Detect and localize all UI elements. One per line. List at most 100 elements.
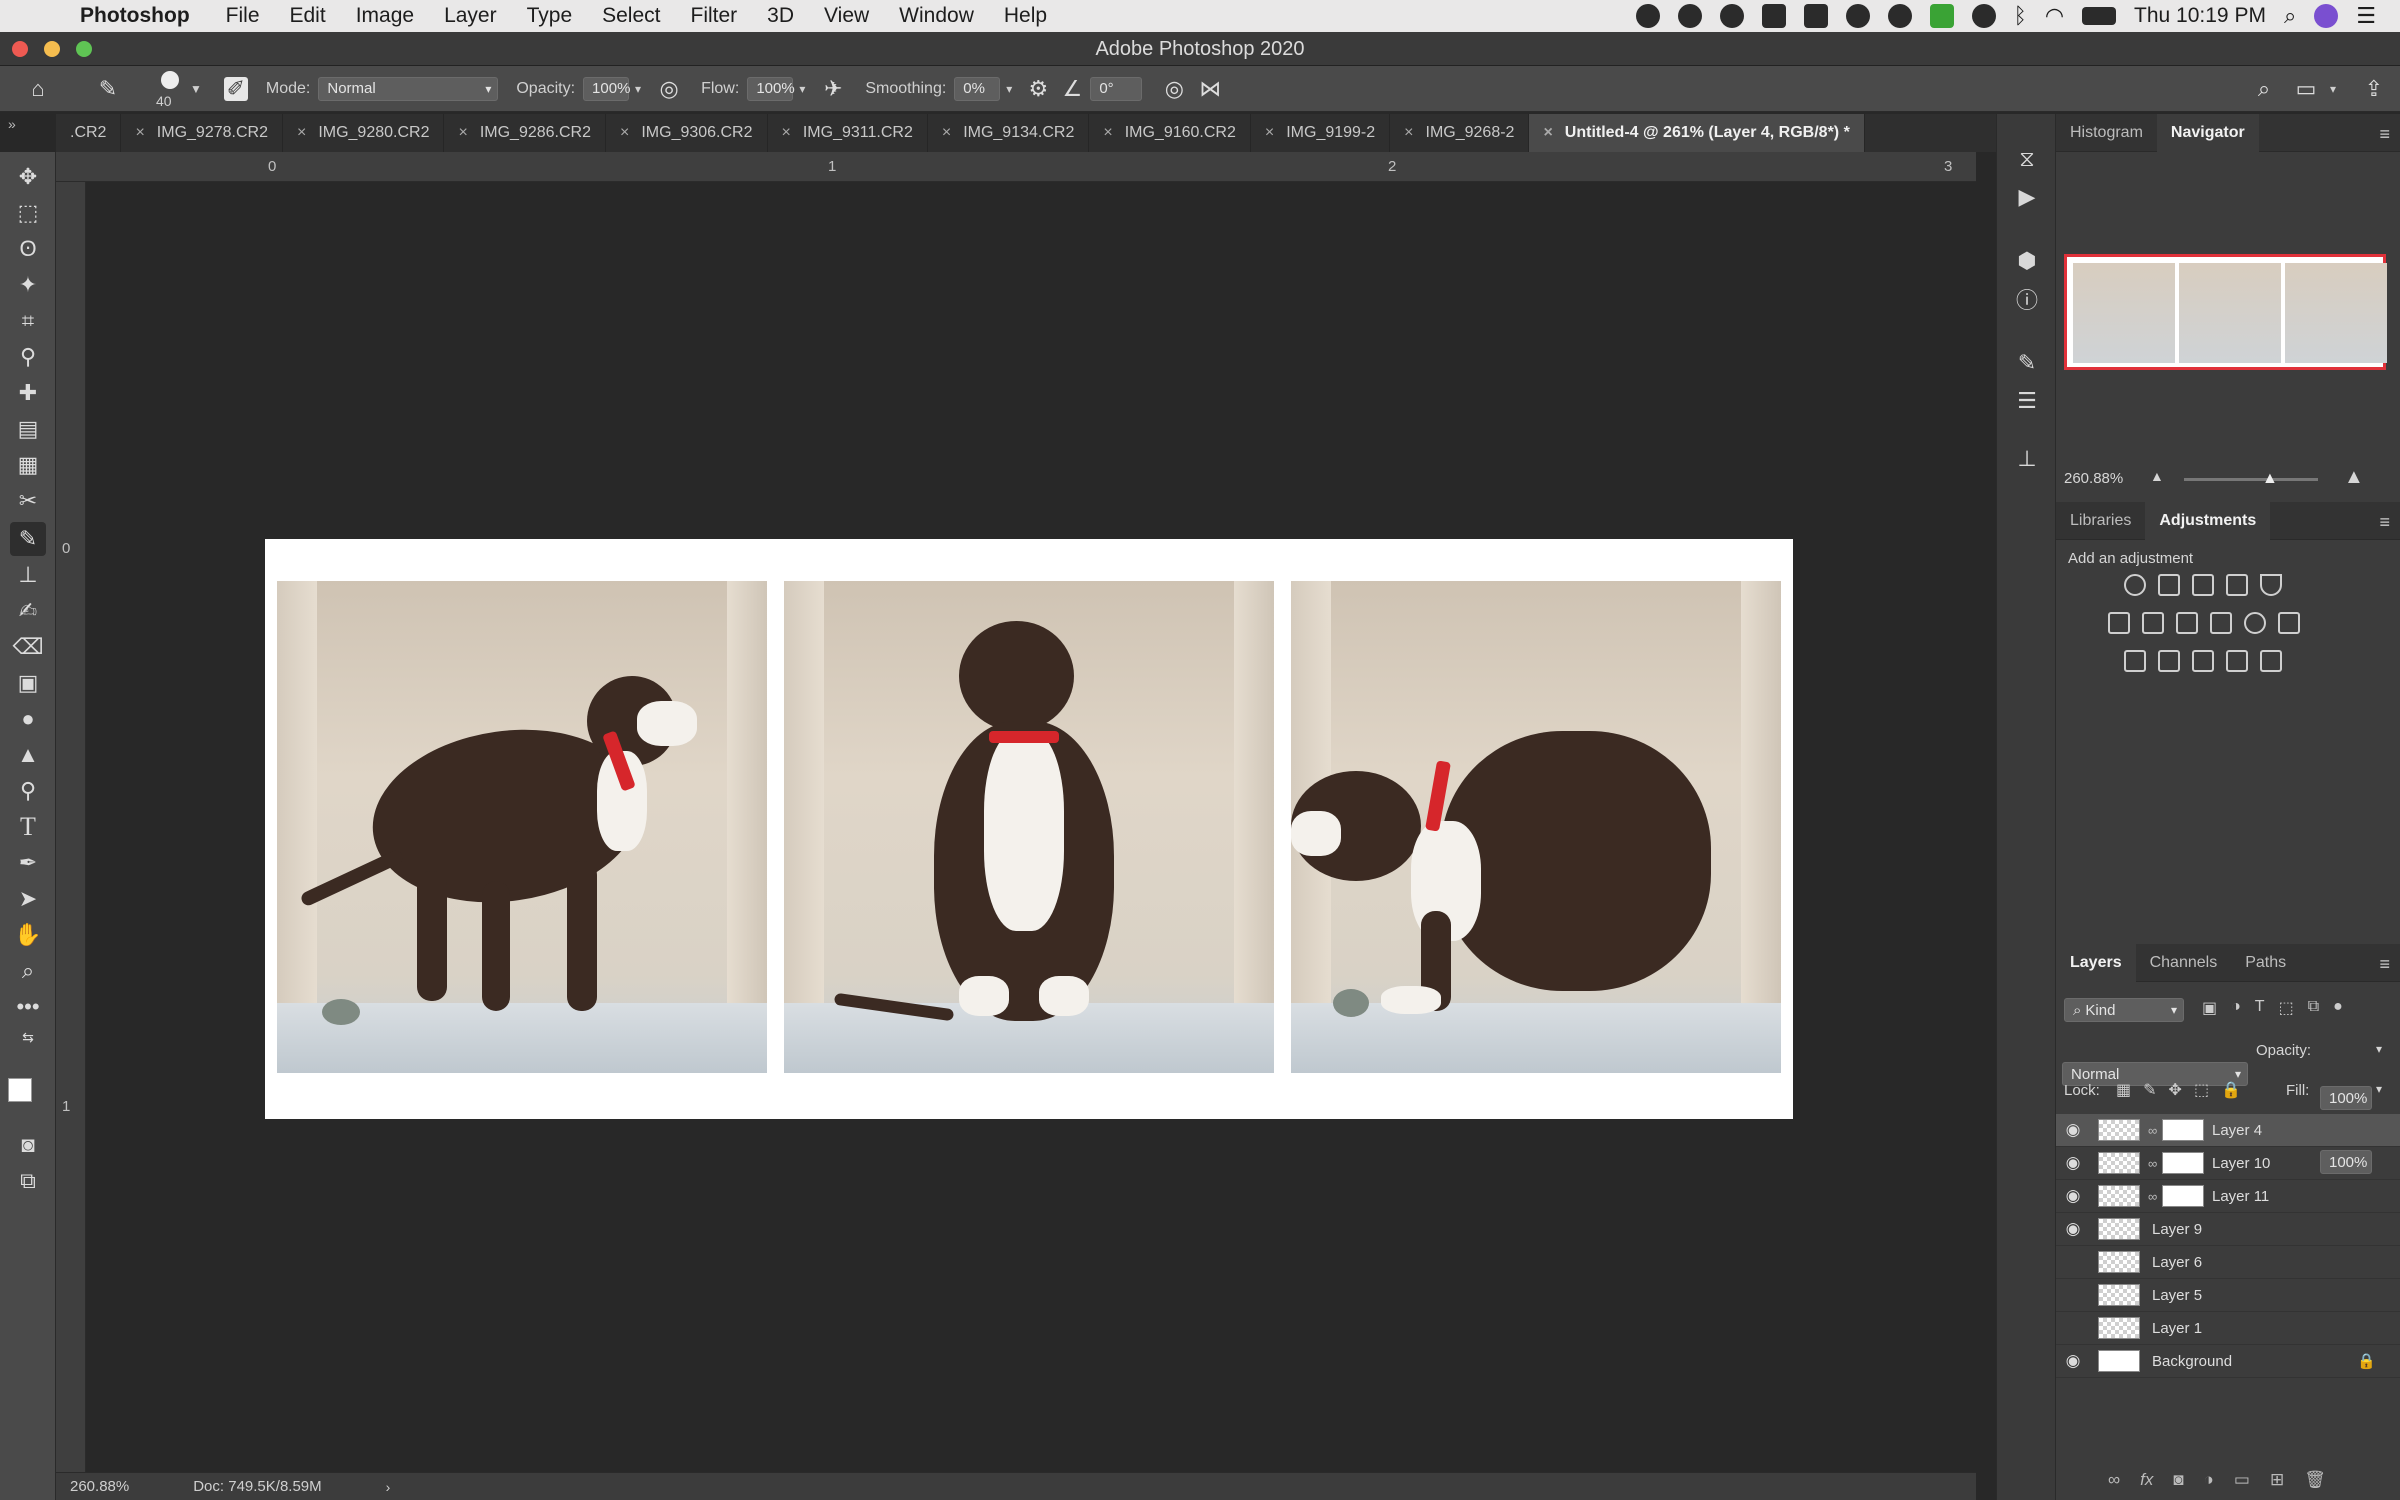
mask-link-icon[interactable]: ∞: [2148, 1123, 2158, 1138]
share-icon[interactable]: ⇪: [2360, 75, 2388, 103]
tab-close-icon[interactable]: ×: [458, 124, 467, 142]
move-tool-icon[interactable]: ✥: [10, 160, 46, 194]
3d-panel-icon[interactable]: ⬢: [2011, 246, 2043, 276]
tab-close-icon[interactable]: ×: [942, 124, 951, 142]
creative-cloud-icon[interactable]: [1635, 4, 1660, 28]
menu-help[interactable]: Help: [1004, 4, 1047, 28]
tab-navigator[interactable]: Navigator: [2156, 113, 2259, 152]
siri-icon[interactable]: [2314, 4, 2339, 28]
tab-close-icon[interactable]: ×: [620, 124, 629, 142]
dodge-tool-icon[interactable]: ⚲: [10, 774, 46, 808]
crop-tool-icon[interactable]: ⌗: [10, 304, 46, 338]
hand-tool-icon[interactable]: ✋: [10, 918, 46, 952]
zoom-slider-handle[interactable]: ▲: [2262, 470, 2278, 488]
tab-paths[interactable]: Paths: [2231, 944, 2300, 982]
black-white-icon[interactable]: [2176, 612, 2198, 634]
tab-close-icon[interactable]: ×: [297, 124, 306, 142]
visibility-eye-icon[interactable]: ◉: [2056, 1219, 2090, 1239]
layer-row[interactable]: ◉ Background 🔒: [2056, 1345, 2400, 1378]
navigator-zoom-value[interactable]: 260.88%: [2064, 470, 2123, 487]
frame-tool-icon[interactable]: ▦: [10, 448, 46, 482]
panel-menu-icon[interactable]: ≡: [2379, 124, 2390, 145]
tab-histogram[interactable]: Histogram: [2056, 114, 2157, 152]
clone-stamp-icon[interactable]: ⊥: [10, 558, 46, 592]
filter-type-icon[interactable]: T: [2255, 998, 2265, 1018]
history-brush-icon[interactable]: ✍: [10, 594, 46, 628]
angle-input[interactable]: 0°: [1090, 76, 1143, 101]
visibility-eye-icon[interactable]: ◉: [2056, 1153, 2090, 1173]
zoom-out-icon[interactable]: ▲: [2150, 468, 2164, 484]
filter-pixel-icon[interactable]: ▣: [2202, 998, 2217, 1018]
brush-tool-icon[interactable]: ✎: [94, 75, 122, 103]
color-lookup-icon[interactable]: [2278, 612, 2300, 634]
visibility-eye-icon[interactable]: ◉: [2056, 1351, 2090, 1371]
symmetry-butterfly-icon[interactable]: ⋈: [1196, 75, 1224, 103]
more-tools-icon[interactable]: •••: [10, 990, 46, 1024]
vibrance-icon[interactable]: [2260, 574, 2282, 596]
brush-settings-icon[interactable]: ✐: [223, 76, 248, 101]
brightness-contrast-icon[interactable]: [2124, 574, 2146, 596]
tab-adjustments[interactable]: Adjustments: [2145, 501, 2271, 540]
mode-dropdown[interactable]: Normal ▾: [318, 76, 499, 101]
tab-9[interactable]: × IMG_9268-2: [1390, 114, 1530, 152]
mask-link-icon[interactable]: ∞: [2148, 1156, 2158, 1171]
marquee-tool-icon[interactable]: ⬚: [10, 196, 46, 230]
sharpen-tool-icon[interactable]: ▲: [10, 738, 46, 772]
tab-3[interactable]: × IMG_9286.CR2: [444, 114, 606, 152]
time-machine-icon[interactable]: [1971, 4, 1996, 28]
posterize-icon[interactable]: [2158, 650, 2180, 672]
layer-row[interactable]: ◉ ∞ Layer 10: [2056, 1147, 2400, 1180]
link-layers-icon[interactable]: ∞: [2108, 1470, 2120, 1490]
layer-mask-thumbnail[interactable]: [2162, 1152, 2204, 1174]
visibility-off-box[interactable]: ◉: [2056, 1285, 2090, 1305]
content-aware-move-icon[interactable]: ✂: [10, 484, 46, 518]
home-icon[interactable]: ⌂: [24, 75, 52, 103]
clock[interactable]: Thu 10:19 PM: [2134, 4, 2266, 28]
tab-close-icon[interactable]: ×: [1265, 124, 1274, 142]
search-icon[interactable]: ⌕: [2250, 75, 2278, 103]
layer-name[interactable]: Layer 6: [2152, 1254, 2202, 1271]
opacity-chevron-icon[interactable]: ▾: [635, 82, 641, 96]
tab-8[interactable]: × IMG_9199-2: [1251, 114, 1391, 152]
levels-icon[interactable]: [2158, 574, 2180, 596]
tab-1[interactable]: × IMG_9278.CR2: [121, 114, 283, 152]
zoom-tool-icon[interactable]: ⌕: [10, 954, 46, 988]
panel-menu-icon[interactable]: ≡: [2379, 954, 2390, 975]
zoom-slider[interactable]: [2184, 478, 2318, 481]
menu-file[interactable]: File: [226, 4, 260, 28]
healing-brush-icon[interactable]: ✚: [10, 376, 46, 410]
layer-mask-thumbnail[interactable]: [2162, 1185, 2204, 1207]
status-zoom[interactable]: 260.88%: [70, 1478, 129, 1495]
layer-name[interactable]: Background: [2152, 1353, 2232, 1370]
drive-icon[interactable]: [1887, 4, 1912, 28]
actions-panel-icon[interactable]: ▶: [2011, 182, 2043, 212]
smoothing-input[interactable]: 0%: [954, 76, 1001, 101]
filter-adjustment-icon[interactable]: ◑: [2231, 998, 2241, 1018]
exposure-icon[interactable]: [2226, 574, 2248, 596]
tab-active-document[interactable]: × Untitled-4 @ 261% (Layer 4, RGB/8*) *: [1529, 114, 1865, 152]
gradient-tool-icon[interactable]: ▣: [10, 666, 46, 700]
tab-layers[interactable]: Layers: [2056, 943, 2136, 982]
eyedropper-icon[interactable]: ⚲: [10, 340, 46, 374]
layer-row[interactable]: ◉ Layer 5: [2056, 1279, 2400, 1312]
hue-saturation-icon[interactable]: [2108, 612, 2130, 634]
pressure-opacity-icon[interactable]: ◎: [655, 75, 683, 103]
visibility-eye-icon[interactable]: ◉: [2056, 1186, 2090, 1206]
swap-colors-icon[interactable]: ⇆: [10, 1020, 46, 1054]
menu-3d[interactable]: 3D: [767, 4, 794, 28]
tab-6[interactable]: × IMG_9134.CR2: [928, 114, 1090, 152]
menu-filter[interactable]: Filter: [691, 4, 738, 28]
filter-smart-object-icon[interactable]: ⧉: [2308, 998, 2319, 1018]
airbrush-icon[interactable]: ✈: [819, 75, 847, 103]
workspace-chevron-icon[interactable]: ▾: [2330, 82, 2336, 96]
pen-tool-icon[interactable]: ✒: [10, 846, 46, 880]
invert-icon[interactable]: [2124, 650, 2146, 672]
channel-mixer-icon[interactable]: [2244, 612, 2266, 634]
menu-edit[interactable]: Edit: [290, 4, 326, 28]
flow-chevron-icon[interactable]: ▾: [799, 82, 805, 96]
type-tool-icon[interactable]: T: [10, 810, 46, 844]
curves-icon[interactable]: [2192, 574, 2214, 596]
brush-preset-picker[interactable]: 40: [152, 69, 188, 109]
opacity-chevron-icon[interactable]: ▾: [2376, 1042, 2382, 1056]
navigator-preview[interactable]: [2064, 254, 2387, 370]
